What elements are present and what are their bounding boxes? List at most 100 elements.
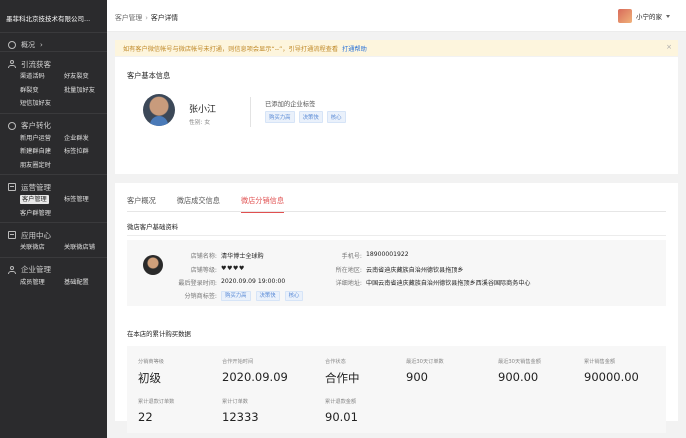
- field-value: 云南省迪庆藏族自治州德钦县拖顶乡: [366, 267, 464, 274]
- sidebar-item-friend-fission[interactable]: 好友裂变: [64, 71, 108, 84]
- sidebar-section-title: 运营管理: [21, 182, 51, 192]
- sidebar-section-acquisition: 引流获客 渠道活码 好友裂变 群裂变 批量加好友 短信加好友: [0, 52, 107, 113]
- sidebar-section-title: 引流获客: [21, 59, 51, 69]
- sidebar-section-head[interactable]: 引流获客: [8, 58, 107, 70]
- sidebar-item-members[interactable]: 成员管理: [20, 277, 64, 290]
- sidebar-section-apps: 应用中心 关联微店 关联微店铺: [0, 223, 107, 257]
- customer-name: 张小江: [189, 105, 217, 115]
- chevron-right-icon: ›: [40, 40, 43, 49]
- field-value: 中国云南省迪庆藏族自治州德钦县拖顶乡西溪谷国际商务中心: [366, 280, 531, 287]
- sidebar-item-mass-message[interactable]: 企业群发: [64, 133, 108, 146]
- sidebar-item-new-group[interactable]: 新建群自建: [20, 146, 64, 159]
- breadcrumb: 客户管理 › 客户详情: [115, 12, 178, 22]
- sidebar-item-group-fission[interactable]: 群裂变: [20, 85, 64, 98]
- section-title: 客户基本信息: [127, 71, 171, 80]
- help-link[interactable]: 打通帮助: [342, 46, 367, 53]
- tag: 购买力高: [265, 111, 295, 123]
- section-title: 微店客户基础资料: [127, 223, 179, 231]
- field-region: 所在地区: 云南省迪庆藏族自治州德钦县拖顶乡: [322, 265, 464, 274]
- sidebar-item-new-user-ops[interactable]: 新用户运营: [20, 133, 64, 146]
- sidebar-item-overview[interactable]: 概况 ›: [0, 33, 107, 51]
- user-icon: [8, 60, 16, 68]
- tag: 决策快: [255, 291, 280, 301]
- sidebar-item-batch-add[interactable]: 批量加好友: [64, 85, 108, 98]
- stat-value: 900: [406, 370, 428, 384]
- sidebar-item-channel-code[interactable]: 渠道活码: [20, 71, 64, 84]
- sidebar-section-operations: 运营管理 客户管理 标签管理 客户群管理: [0, 175, 107, 222]
- field-value: 清华博士全球购: [221, 253, 264, 260]
- tag-list: 购买力高 决策快 核心: [265, 111, 346, 123]
- sidebar-section-head[interactable]: 企业管理: [8, 264, 107, 276]
- stat-orders-30d: 最近30天订单数 900: [406, 358, 444, 384]
- field-label: 店铺等级:: [190, 267, 217, 274]
- avatar: [143, 255, 163, 275]
- sidebar-item-group-management[interactable]: 客户群管理: [20, 208, 64, 221]
- stat-value: 90.01: [325, 410, 358, 424]
- breadcrumb-item-customer-management[interactable]: 客户管理: [115, 14, 142, 22]
- sidebar-item-moments-schedule[interactable]: 朋友圈定时: [20, 160, 64, 173]
- dashboard-icon: [8, 40, 16, 49]
- sidebar-section-enterprise: 企业管理 成员管理 基础配置: [0, 258, 107, 292]
- operations-icon: [8, 183, 16, 191]
- tab-distribution-info[interactable]: 微店分销信息: [240, 193, 285, 213]
- notice-text: 如有客户微信帐号与微店帐号未打通，则信息项会显示“--”，引导打通流程查看: [123, 46, 339, 53]
- stat-cooperation-status: 合作状态 合作中: [325, 358, 360, 386]
- sidebar-section-title: 企业管理: [21, 265, 51, 274]
- stat-value: 22: [138, 410, 153, 424]
- sidebar-item-label: 概况: [21, 40, 35, 49]
- stat-refund-amount: 累计退款金额 90.01: [325, 398, 358, 424]
- field-distributor-tags: 分销商标签: 购买力高 决策快 核心: [167, 291, 306, 301]
- tag: 决策快: [298, 111, 323, 123]
- sidebar-section-head[interactable]: 运营管理: [8, 181, 107, 193]
- stat-label: 最近30天订单数: [406, 359, 444, 365]
- customer-gender: 性别: 女: [189, 120, 211, 126]
- sidebar-item-sms-add[interactable]: 短信加好友: [20, 98, 64, 111]
- field-value: 2020.09.09 19:00:00: [221, 278, 286, 285]
- app-window: 墨菲科北京技技术有限公司... 概况 › 引流获客 渠道活码 好友裂变 群裂变 …: [0, 0, 686, 438]
- stat-value: 12333: [222, 410, 259, 424]
- stat-value: 合作中: [325, 371, 360, 385]
- section-title: 在本店的累计购买数据: [127, 330, 191, 338]
- stat-label: 最近30天销售金额: [498, 359, 541, 365]
- stat-label: 累计销售金额: [584, 359, 616, 365]
- sidebar-item-customer-management[interactable]: 客户管理: [20, 194, 64, 207]
- field-label: 最后登录时间:: [178, 280, 217, 287]
- divider: [127, 235, 666, 236]
- tags-title: 已添加的企业标签: [265, 101, 316, 108]
- notice-bar: 如有客户微信帐号与微店帐号未打通，则信息项会显示“--”，引导打通流程查看 打通帮…: [115, 40, 678, 56]
- stat-value: 2020.09.09: [222, 370, 288, 384]
- close-icon[interactable]: ×: [666, 43, 672, 51]
- conversion-icon: [8, 121, 16, 130]
- avatar: [143, 94, 175, 126]
- tab-store-transactions[interactable]: 微店成交信息: [177, 193, 220, 212]
- tag: 核心: [284, 291, 304, 301]
- sidebar-item-linked-store[interactable]: 关联微店: [20, 242, 64, 255]
- sidebar-item-tag-management[interactable]: 标签管理: [64, 194, 108, 207]
- sidebar-item-basic-config[interactable]: 基础配置: [64, 277, 108, 290]
- sidebar-section-head[interactable]: 客户转化: [8, 120, 107, 132]
- field-label: 详细地址:: [335, 280, 362, 287]
- breadcrumb-item-current: 客户详情: [150, 14, 179, 22]
- field-label: 所在地区:: [335, 267, 362, 274]
- chevron-down-icon: [666, 14, 670, 18]
- sidebar-item-tag-group[interactable]: 标签拉群: [64, 146, 108, 159]
- user-menu[interactable]: 小宁的家: [618, 9, 670, 23]
- stat-label: 累计退款金额: [325, 399, 357, 405]
- main-content: 如有客户微信帐号与微店帐号未打通，则信息项会显示“--”，引导打通流程查看 打通帮…: [107, 32, 686, 438]
- customer-basic-info-card: 客户基本信息 张小江 性别: 女 已添加的企业标签 购买力高 决策快 核心: [115, 57, 678, 174]
- field-label: 店铺名称:: [190, 253, 217, 260]
- divider: [250, 97, 251, 127]
- stat-value: 初级: [138, 371, 161, 385]
- tag: 核心: [326, 111, 346, 123]
- tab-customer-overview[interactable]: 客户概况: [127, 193, 156, 212]
- avatar: [618, 9, 632, 23]
- sidebar-section-title: 应用中心: [21, 230, 51, 240]
- tab-bar: 客户概况 微店成交信息 微店分销信息: [127, 193, 666, 213]
- sidebar-section-head[interactable]: 应用中心: [8, 229, 107, 241]
- field-last-login: 最后登录时间: 2020.09.09 19:00:00: [167, 278, 285, 287]
- stat-label: 合作开始时间: [222, 359, 254, 365]
- company-name[interactable]: 墨菲科北京技技术有限公司...: [0, 0, 107, 32]
- app-center-icon: [8, 231, 16, 239]
- field-label: 手机号:: [341, 253, 362, 260]
- sidebar-item-linked-shop[interactable]: 关联微店铺: [64, 242, 108, 255]
